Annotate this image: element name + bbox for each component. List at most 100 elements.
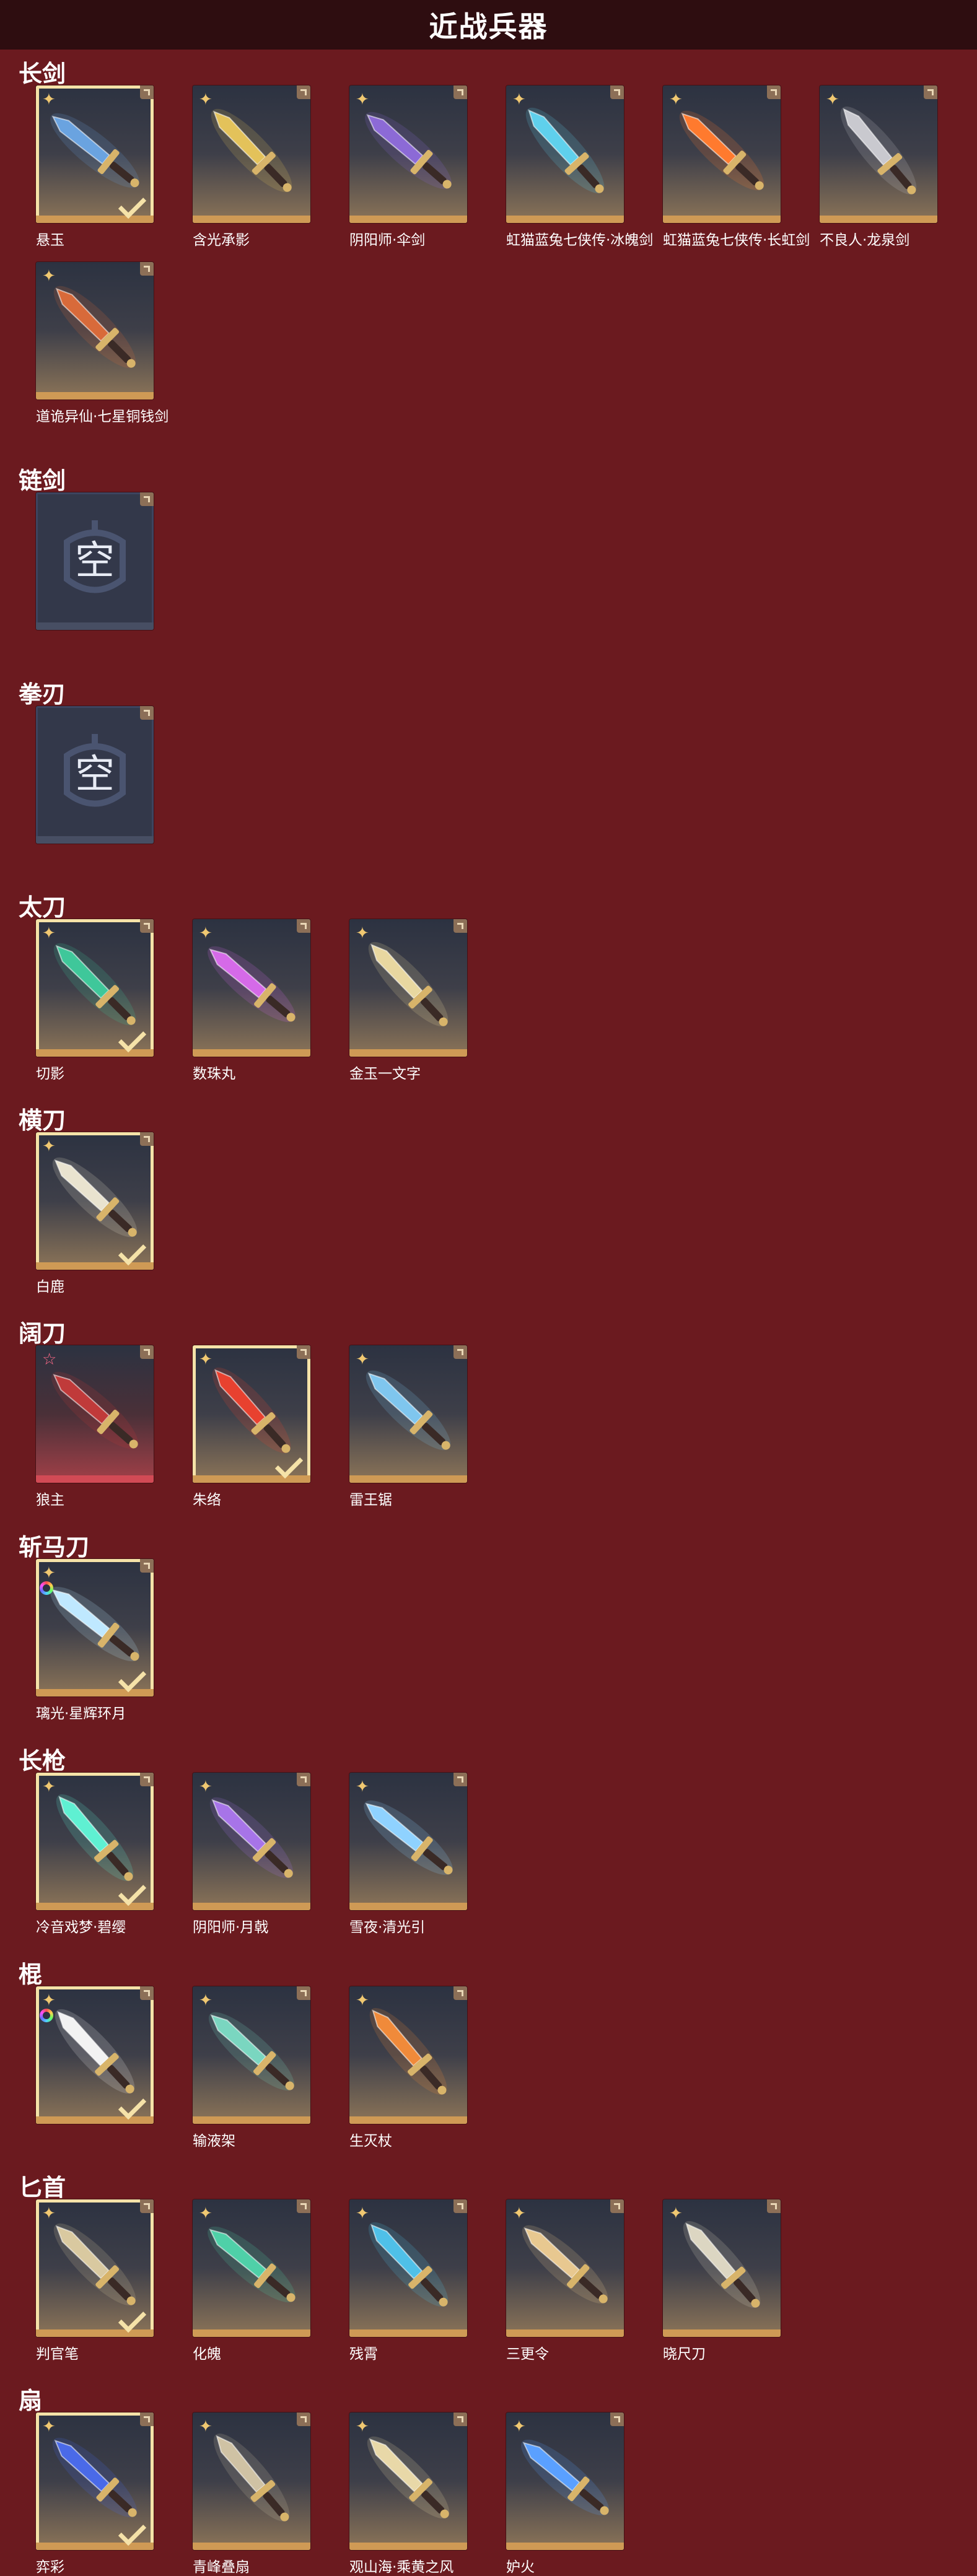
rarity-star-icon: ✦ [42,1991,56,2010]
corner-tag-icon [140,492,154,506]
weapon-item[interactable]: ✦ 妒火 [506,2412,630,2575]
weapon-item[interactable]: ✦ 切影 [36,919,160,1082]
weapon-card[interactable]: ✦ [193,919,310,1057]
card-quality-bar [349,1049,467,1057]
weapon-card[interactable]: ✦ [349,2199,467,2337]
weapon-item[interactable]: ✦ 残霄 [349,2199,473,2362]
weapon-card[interactable]: ✦ [36,2412,154,2550]
card-quality-bar [36,2543,154,2550]
rarity-star-icon: ✦ [356,924,369,943]
weapon-item[interactable]: ✦ 金玉一文字 [349,919,473,1082]
weapon-item[interactable]: ☆ 狼主 [36,1345,160,1508]
weapon-item[interactable]: ✦ 雪夜·清光引 [349,1773,473,1936]
card-quality-bar [193,2116,310,2124]
weapon-name: 青峰叠扇 [193,2559,250,2575]
corner-tag-icon [140,1132,154,1146]
weapon-card[interactable]: ✦ [193,85,310,223]
card-quality-bar [36,1903,154,1910]
weapon-card[interactable]: ✦ [36,2199,154,2337]
rarity-star-icon: ✦ [42,1564,56,1583]
weapon-name: 观山海·乘黄之风 [349,2559,454,2575]
weapon-item[interactable]: ✦ [36,1986,160,2147]
weapon-item[interactable]: ✦ 璃光·星辉环月 [36,1559,160,1722]
weapon-card[interactable]: ✦ [506,85,624,223]
weapon-card[interactable]: ✦ [36,1773,154,1910]
weapon-item[interactable]: ✦ 阴阳师·伞剑 [349,85,473,248]
empty-weapon-slot[interactable]: 空 [36,492,154,630]
rarity-star-icon: ✦ [42,267,56,286]
corner-tag-icon [610,2412,624,2426]
weapon-card[interactable]: ✦ [193,1986,310,2124]
card-quality-bar [36,1262,154,1270]
weapon-card[interactable]: ✦ [349,85,467,223]
weapon-name: 晓尺刀 [663,2346,706,2362]
weapon-card[interactable]: ✦ [193,1345,310,1483]
weapon-item[interactable]: 空 [36,706,160,867]
weapon-item[interactable]: ✦ 冷音戏梦·碧缨 [36,1773,160,1936]
weapon-card[interactable]: ✦ [36,919,154,1057]
weapon-item[interactable]: 空 [36,492,160,653]
card-quality-bar [349,2116,467,2124]
weapon-card[interactable]: ✦ [349,1773,467,1910]
weapon-item[interactable]: ✦ 白鹿 [36,1132,160,1295]
weapon-item[interactable]: ✦ 青峰叠扇 [193,2412,317,2575]
category-title: 阔刀 [19,1320,66,1347]
rarity-star-icon: ✦ [199,924,212,943]
card-quality-bar [349,2329,467,2337]
weapon-card[interactable]: ✦ [820,85,937,223]
weapon-name: 三更令 [506,2346,549,2362]
weapon-card[interactable]: ✦ [506,2412,624,2550]
weapon-item[interactable]: ✦ 弈彩 [36,2412,160,2575]
weapon-card[interactable]: ✦ [36,1559,154,1696]
rarity-star-icon: ✦ [42,2204,56,2223]
weapon-card[interactable]: ✦ [36,1986,154,2124]
weapon-item[interactable]: ✦ 道诡异仙·七星铜钱剑 [36,262,169,425]
weapon-card[interactable]: ✦ [193,2199,310,2337]
weapon-item[interactable]: ✦ 虹猫蓝兔七侠传·长虹剑 [663,85,810,248]
card-quality-bar [193,2543,310,2550]
weapon-card[interactable]: ✦ [193,1773,310,1910]
weapon-item[interactable]: ✦ 三更令 [506,2199,630,2362]
category-title: 扇 [19,2387,43,2414]
weapon-name: 化魄 [193,2346,221,2362]
weapon-card[interactable]: ☆ [36,1345,154,1483]
weapon-card[interactable]: ✦ [349,2412,467,2550]
corner-tag-icon [453,1773,467,1786]
weapon-item[interactable]: ✦ 不良人·龙泉剑 [820,85,944,248]
weapon-card[interactable]: ✦ [349,1986,467,2124]
weapon-item[interactable]: ✦ 数珠丸 [193,919,317,1082]
category-title: 链剑 [19,467,66,494]
weapon-name: 雷王锯 [349,1492,392,1508]
rarity-star-icon: ✦ [512,90,526,109]
rainbow-quality-icon [40,2009,53,2022]
rarity-star-icon: ✦ [356,1350,369,1369]
weapon-name: 弈彩 [36,2559,64,2575]
weapon-item[interactable]: ✦ 晓尺刀 [663,2199,787,2362]
weapon-item[interactable]: ✦ 输液架 [193,1986,317,2149]
weapon-card[interactable]: ✦ [349,1345,467,1483]
weapon-item[interactable]: ✦ 朱络 [193,1345,317,1508]
weapon-item[interactable]: ✦ 雷王锯 [349,1345,473,1508]
weapon-item[interactable]: ✦ 判官笔 [36,2199,160,2362]
weapon-card[interactable]: ✦ [193,2412,310,2550]
weapon-item[interactable]: ✦ 悬玉 [36,85,160,248]
weapon-item[interactable]: ✦ 化魄 [193,2199,317,2362]
card-quality-bar [349,216,467,223]
weapon-item[interactable]: ✦ 虹猫蓝兔七侠传·冰魄剑 [506,85,653,248]
weapon-item[interactable]: ✦ 含光承影 [193,85,317,248]
empty-weapon-slot[interactable]: 空 [36,706,154,844]
category-title: 拳刃 [19,681,66,708]
rarity-star-icon: ✦ [356,90,369,109]
weapon-card[interactable]: ✦ [36,1132,154,1270]
weapon-item[interactable]: ✦ 阴阳师·月戟 [193,1773,317,1936]
weapon-item[interactable]: ✦ 生灭杖 [349,1986,473,2149]
weapon-card[interactable]: ✦ [349,919,467,1057]
weapon-card[interactable]: ✦ [506,2199,624,2337]
weapon-card[interactable]: ✦ [663,2199,781,2337]
weapon-card[interactable]: ✦ [663,85,781,223]
weapon-name: 生灭杖 [349,2133,392,2149]
weapon-card[interactable]: ✦ [36,85,154,223]
card-quality-bar [36,216,154,223]
weapon-card[interactable]: ✦ [36,262,154,399]
weapon-item[interactable]: ✦ 观山海·乘黄之风 [349,2412,473,2575]
